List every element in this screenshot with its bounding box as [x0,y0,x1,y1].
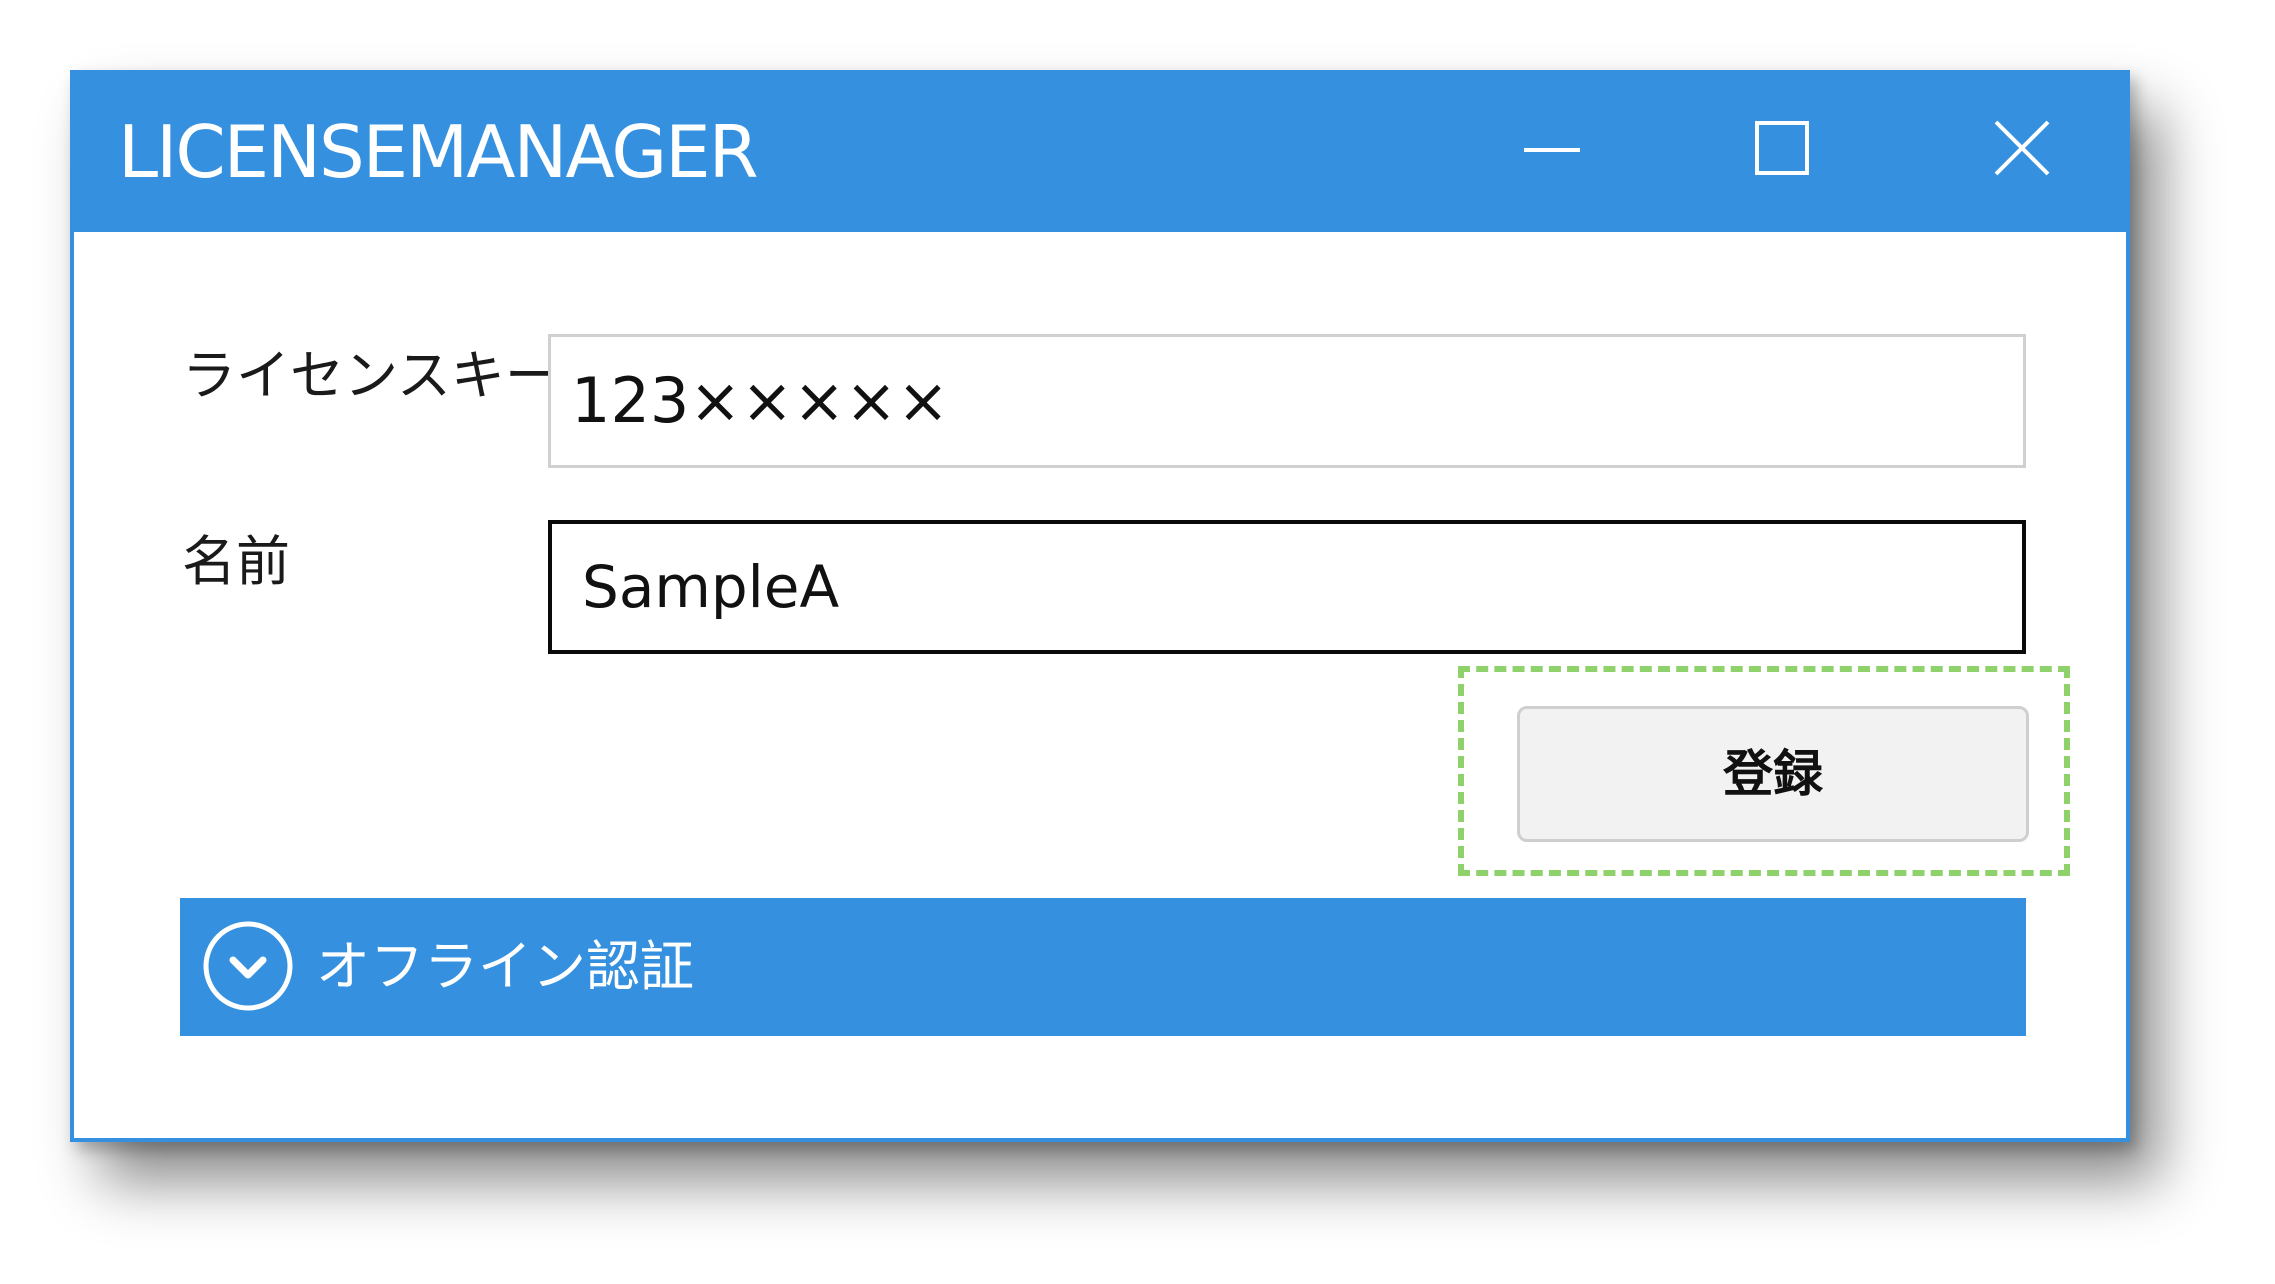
offline-auth-expander[interactable]: オフライン認証 [180,898,2026,1036]
title-bar[interactable]: LICENSEMANAGER [74,74,2126,232]
register-button[interactable]: 登録 [1517,706,2029,842]
name-input[interactable]: SampleA [548,520,2026,654]
license-key-input[interactable]: 123××××× [548,334,2026,468]
window-title: LICENSEMANAGER [118,110,759,194]
name-label: 名前 [182,530,290,593]
license-manager-window: LICENSEMANAGER ライセンスキー 123××××× 名前 Sampl… [70,70,2130,1142]
minimize-icon [1524,148,1580,152]
close-button[interactable] [1978,114,2088,192]
maximize-icon [1755,121,1809,175]
close-icon [1994,120,2050,176]
license-key-label: ライセンスキー [182,344,559,407]
offline-auth-label: オフライン認証 [316,935,694,998]
maximize-button[interactable] [1741,114,1851,192]
chevron-down-circle-icon [200,918,296,1014]
minimize-button[interactable] [1504,114,1614,192]
